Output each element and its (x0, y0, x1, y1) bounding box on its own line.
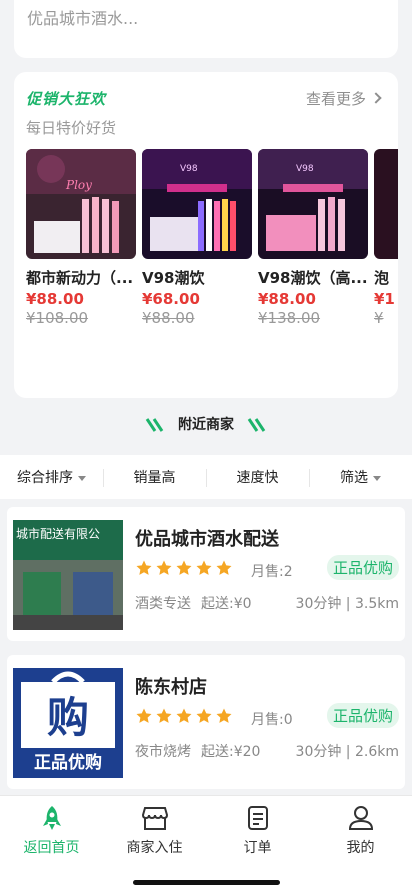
filter-label: 筛选 (340, 470, 368, 486)
chevron-right-icon (370, 92, 382, 104)
order-list-icon (247, 806, 268, 830)
rating-stars (135, 707, 233, 725)
nearby-merchants-header: 附近商家 (0, 414, 412, 434)
shop-image: 购 正品优购 (13, 668, 123, 778)
shop-logo-small-text: 正品优购 (34, 752, 102, 773)
monthly-sales: 月售:2 (251, 564, 293, 580)
shop-sign-text: 城市配送有限公 (16, 526, 100, 541)
svg-text:Ploy: Ploy (65, 178, 92, 192)
product-price: ¥68.00 (142, 290, 200, 308)
shop-icon (141, 807, 168, 830)
filter-button[interactable]: 筛选 (309, 467, 412, 487)
shop-card[interactable]: 城市配送有限公 优品城市酒水配送 月售:2 正品优购 酒类专送 起送:¥0 30分… (7, 507, 405, 641)
rocket-icon (42, 806, 61, 830)
shop-name: 优品城市酒水配送 (135, 529, 279, 550)
sort-sales[interactable]: 销量高 (103, 467, 206, 487)
star-icon (156, 560, 172, 575)
promo-title: 促销大狂欢 (26, 90, 107, 108)
authentic-badge: 正品优购 (326, 703, 399, 728)
sort-bar: 综合排序 销量高 速度快 筛选 (0, 455, 412, 499)
top-shop-card[interactable]: 优品城市酒水... (14, 0, 398, 58)
shop-meta: 酒类专送 起送:¥0 (135, 593, 262, 613)
nearby-title: 附近商家 (178, 417, 234, 433)
star-icon (196, 560, 212, 575)
home-indicator[interactable] (133, 880, 280, 885)
product-price: ¥88.00 (26, 290, 84, 308)
view-more-link[interactable]: 查看更多 (305, 88, 382, 109)
product-card[interactable]: V98 V98潮饮（高... ¥88.00 ¥138.00 (258, 149, 368, 327)
tab-mine-label: 我的 (346, 840, 375, 856)
star-icon (136, 560, 152, 575)
product-name: V98潮饮（高... (258, 269, 368, 287)
view-more-label: 查看更多 (305, 90, 366, 108)
user-icon (348, 806, 373, 830)
product-name: V98潮饮 (142, 269, 205, 287)
star-icon (136, 708, 152, 723)
product-price: ¥88.00 (258, 290, 316, 308)
star-icon (176, 708, 192, 723)
promo-subtitle: 每日特价好货 (26, 119, 117, 137)
product-card[interactable]: Ploy 都市新动力（... ¥88.00 ¥108.00 (26, 149, 136, 327)
product-card[interactable]: 泡 ¥1 ¥ (374, 149, 398, 327)
shop-logo-big-text: 购 (47, 693, 89, 742)
shop-meta: 夜市烧烤 起送:¥20 (135, 741, 270, 761)
product-image (374, 149, 398, 259)
product-name: 泡 (374, 269, 390, 287)
delivery-distance: 30分钟 | 3.5km (295, 596, 399, 612)
min-order: 起送:¥20 (201, 744, 261, 760)
sort-speed[interactable]: 速度快 (206, 467, 309, 487)
product-original-price: ¥ (374, 309, 384, 327)
star-icon (176, 560, 192, 575)
tab-home-label: 返回首页 (23, 840, 80, 856)
product-name: 都市新动力（... (26, 269, 134, 287)
tab-home[interactable]: 返回首页 (0, 804, 103, 857)
authentic-badge: 正品优购 (326, 555, 399, 580)
min-order: 起送:¥0 (201, 596, 252, 612)
promo-section: 促销大狂欢 查看更多 每日特价好货 Ploy 都市新动力（... ¥88.00 (14, 72, 398, 398)
slashes-icon (247, 418, 266, 432)
svg-text:V98: V98 (180, 164, 198, 174)
product-image: Ploy (26, 149, 136, 259)
tab-merchant[interactable]: 商家入住 (103, 804, 206, 857)
star-icon (196, 708, 212, 723)
product-image: V98 (142, 149, 252, 259)
shop-category: 夜市烧烤 (135, 744, 191, 760)
product-original-price: ¥138.00 (258, 309, 321, 327)
product-carousel[interactable]: Ploy 都市新动力（... ¥88.00 ¥108.00 V98 V98潮饮 … (26, 149, 398, 327)
sort-speed-label: 速度快 (236, 470, 279, 486)
slashes-icon (145, 418, 164, 432)
shop-name: 陈东村店 (135, 677, 207, 698)
svg-text:V98: V98 (296, 164, 314, 174)
dropdown-arrow-icon (78, 475, 86, 481)
shop-category: 酒类专送 (135, 596, 191, 612)
shop-image: 城市配送有限公 (13, 520, 123, 630)
sort-comprehensive[interactable]: 综合排序 (0, 467, 103, 487)
star-icon (216, 560, 232, 575)
star-icon (156, 708, 172, 723)
shop-description: 优品城市酒水... (27, 9, 139, 28)
product-original-price: ¥88.00 (142, 309, 195, 327)
delivery-distance: 30分钟 | 2.6km (295, 744, 399, 760)
tab-orders[interactable]: 订单 (206, 804, 309, 857)
product-original-price: ¥108.00 (26, 309, 89, 327)
shop-card[interactable]: 购 正品优购 陈东村店 月售:0 正品优购 夜市烧烤 起送:¥20 30分钟 | … (7, 655, 405, 789)
sort-comprehensive-label: 综合排序 (17, 470, 73, 486)
monthly-sales: 月售:0 (251, 712, 293, 728)
star-icon (216, 708, 232, 723)
dropdown-arrow-icon (373, 475, 381, 481)
tab-mine[interactable]: 我的 (309, 804, 412, 857)
sort-sales-label: 销量高 (133, 470, 176, 486)
product-card[interactable]: V98 V98潮饮 ¥68.00 ¥88.00 (142, 149, 252, 327)
tab-orders-label: 订单 (243, 840, 272, 856)
product-image: V98 (258, 149, 368, 259)
tab-merchant-label: 商家入住 (126, 840, 183, 856)
rating-stars (135, 559, 233, 577)
product-price: ¥1 (374, 290, 395, 308)
